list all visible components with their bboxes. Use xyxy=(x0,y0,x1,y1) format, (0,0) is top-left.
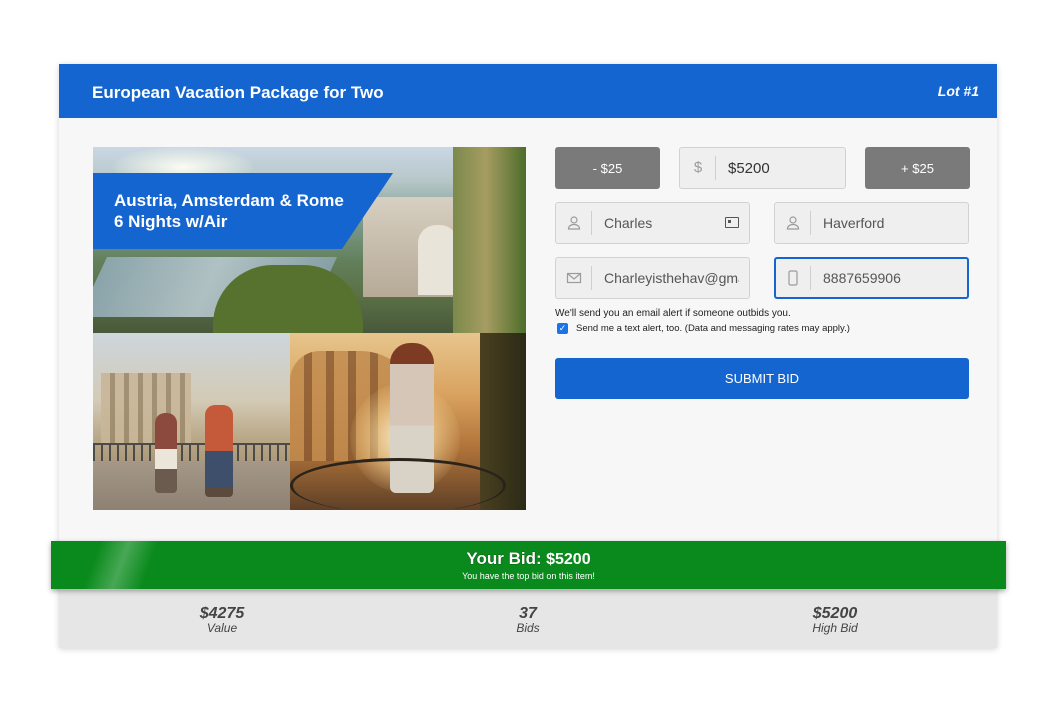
user-icon xyxy=(566,215,582,231)
item-title: European Vacation Package for Two xyxy=(92,83,384,102)
phone-value: 8887659906 xyxy=(823,270,901,286)
your-bid-label: Your Bid: xyxy=(466,549,542,568)
your-bid-amount: $5200 xyxy=(546,551,591,568)
salzburg-photo: Austria, Amsterdam & Rome 6 Nights w/Air xyxy=(93,147,526,333)
stat-bids-label: Bids xyxy=(516,621,540,635)
stat-bids-number: 37 xyxy=(519,605,537,622)
user-icon xyxy=(785,215,801,231)
stat-value-label: Value xyxy=(206,621,238,635)
colosseum-bike-photo xyxy=(290,333,526,510)
email-alert-note: We'll send you an email alert if someone… xyxy=(555,308,791,319)
envelope-icon xyxy=(566,270,582,286)
decrease-bid-button[interactable]: - $25 xyxy=(555,147,660,189)
destination-line-2: 6 Nights w/Air xyxy=(114,212,228,231)
stat-bids: 37 Bids xyxy=(428,605,628,635)
rome-couple-photo xyxy=(93,333,290,510)
destination-text: Austria, Amsterdam & Rome 6 Nights w/Air xyxy=(114,190,344,232)
stat-high-bid: $5200 High Bid xyxy=(735,605,935,635)
increase-bid-button[interactable]: + $25 xyxy=(865,147,970,189)
text-alert-checkbox[interactable]: ✓ xyxy=(557,323,568,334)
stat-high-bid-label: High Bid xyxy=(812,621,858,635)
text-alert-label: Send me a text alert, too. (Data and mes… xyxy=(576,323,850,334)
stat-high-bid-number: $5200 xyxy=(812,605,858,622)
last-name-value: Haverford xyxy=(823,215,885,231)
item-header: European Vacation Package for Two Lot #1 xyxy=(59,64,997,118)
last-name-field[interactable]: Haverford xyxy=(774,202,969,244)
mobile-phone-icon xyxy=(785,270,801,286)
phone-field[interactable]: 8887659906 xyxy=(774,257,969,299)
item-stats-bar: $4275 Value 37 Bids $5200 High Bid xyxy=(59,590,997,648)
dollar-icon: $ xyxy=(693,159,703,176)
stat-value-number: $4275 xyxy=(199,605,245,622)
destination-line-1: Austria, Amsterdam & Rome xyxy=(114,191,344,210)
contact-card-icon[interactable] xyxy=(725,217,739,228)
first-name-value: Charles xyxy=(604,215,653,231)
bid-amount-input[interactable]: $ $5200 xyxy=(679,147,846,189)
email-value: Charleyisthehav@gma xyxy=(604,270,739,286)
top-bid-status: You have the top bid on this item! xyxy=(462,571,595,581)
your-bid-line: Your Bid: $5200 xyxy=(51,549,1006,569)
text-alert-option[interactable]: ✓ Send me a text alert, too. (Data and m… xyxy=(557,323,850,334)
bid-amount-value: $5200 xyxy=(728,160,770,177)
first-name-field[interactable]: Charles xyxy=(555,202,750,244)
email-field[interactable]: Charleyisthehav@gma xyxy=(555,257,750,299)
stat-value: $4275 Value xyxy=(122,605,322,635)
submit-bid-button[interactable]: SUBMIT BID xyxy=(555,358,969,399)
your-bid-banner: Your Bid: $5200 You have the top bid on … xyxy=(51,541,1006,589)
lot-number: Lot #1 xyxy=(937,83,979,99)
